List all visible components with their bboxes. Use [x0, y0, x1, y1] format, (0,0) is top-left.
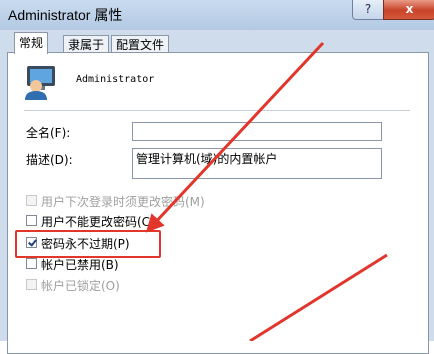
must-change-password-checkbox[interactable] — [26, 195, 37, 206]
description-field[interactable]: 管理计算机(域)的内置帐户 — [132, 148, 382, 179]
must-change-password-label: 用户下次登录时须更改密码(M) — [41, 195, 205, 209]
window-title: Administrator 属性 — [8, 7, 123, 23]
description-value: 管理计算机(域)的内置帐户 — [136, 152, 278, 166]
cannot-change-password-checkbox[interactable] — [26, 215, 37, 226]
account-locked-label: 帐户已锁定(O) — [41, 279, 120, 293]
properties-dialog: Administrator 属性 ? x 常规 隶属于 配置文件 Adminis… — [0, 0, 434, 354]
annotation-highlight-box — [15, 230, 161, 258]
user-name: Administrator — [76, 74, 155, 85]
account-disabled-checkbox[interactable] — [26, 258, 37, 269]
fullname-label: 全名(F): — [26, 126, 71, 140]
account-locked-checkbox[interactable] — [26, 279, 37, 290]
fullname-field[interactable] — [132, 122, 382, 141]
tab-general[interactable]: 常规 — [14, 32, 49, 54]
close-button[interactable]: x — [383, 0, 434, 20]
cannot-change-password-label: 用户不能更改密码(C) — [41, 215, 155, 229]
description-label: 描述(D): — [26, 153, 73, 167]
divider — [24, 110, 410, 111]
account-disabled-label: 帐户已禁用(B) — [41, 258, 119, 272]
title-bar[interactable]: Administrator 属性 ? x — [0, 0, 434, 30]
help-button[interactable]: ? — [352, 0, 384, 20]
user-icon — [25, 66, 55, 100]
